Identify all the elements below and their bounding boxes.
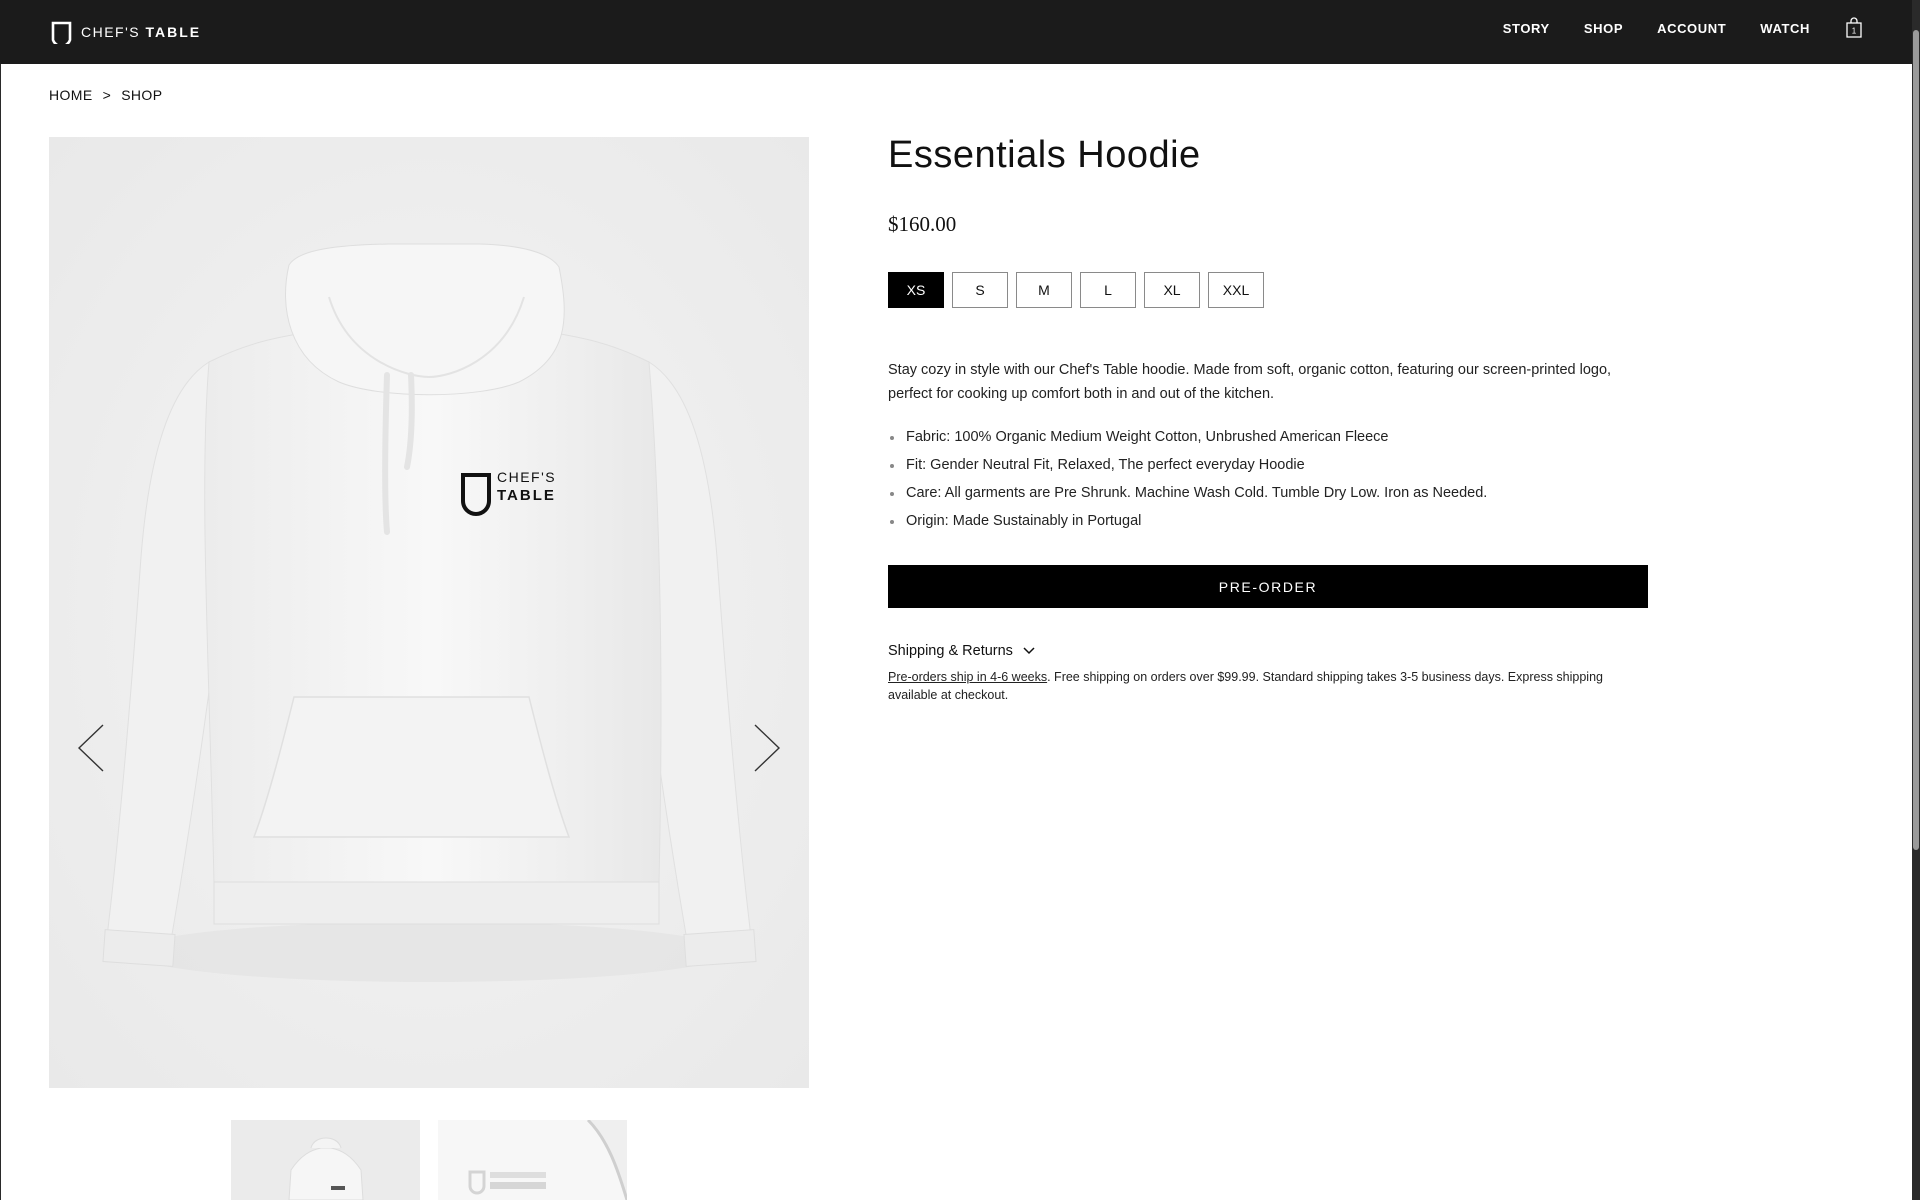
size-selector: XS S M L XL XXL xyxy=(888,272,1264,308)
nav-account[interactable]: ACCOUNT xyxy=(1657,20,1726,38)
nav-shop[interactable]: SHOP xyxy=(1584,20,1623,38)
scrollbar-thumb[interactable] xyxy=(1913,30,1919,850)
breadcrumb-separator: > xyxy=(102,87,112,103)
thumbnail-detail-image xyxy=(438,1120,627,1200)
nav-watch[interactable]: WATCH xyxy=(1760,20,1810,38)
thumbnail-detail[interactable] xyxy=(438,1120,627,1200)
shipping-returns-toggle[interactable]: Shipping & Returns xyxy=(888,643,1035,659)
product-image-gallery[interactable]: CHEF'S TABLE xyxy=(49,137,809,1088)
brand-wordmark: CHEF'S TABLE xyxy=(81,24,201,40)
size-option-xs[interactable]: XS xyxy=(888,272,944,308)
thumbnail-front[interactable] xyxy=(231,1120,420,1200)
size-option-l[interactable]: L xyxy=(1080,272,1136,308)
hoodie-print-line2: TABLE xyxy=(497,487,556,504)
brand-logo[interactable]: CHEF'S TABLE xyxy=(49,20,201,44)
product-price: $160.00 xyxy=(888,212,957,236)
detail-fit: Fit: Gender Neutral Fit, Relaxed, The pe… xyxy=(888,451,1648,479)
nav-story[interactable]: STORY xyxy=(1503,20,1550,38)
size-option-s[interactable]: S xyxy=(952,272,1008,308)
detail-origin: Origin: Made Sustainably in Portugal xyxy=(888,507,1648,535)
breadcrumb: HOME > SHOP xyxy=(49,87,162,103)
thumbnail-front-image xyxy=(231,1120,420,1200)
breadcrumb-home[interactable]: HOME xyxy=(49,87,93,103)
detail-care: Care: All garments are Pre Shrunk. Machi… xyxy=(888,479,1648,507)
shipping-returns-label: Shipping & Returns xyxy=(888,643,1013,659)
product-title: Essentials Hoodie xyxy=(888,134,1201,176)
detail-fabric: Fabric: 100% Organic Medium Weight Cotto… xyxy=(888,423,1648,451)
window-left-edge xyxy=(0,64,1,1200)
cart-count: 1 xyxy=(1852,27,1857,36)
product-description: Stay cozy in style with our Chef's Table… xyxy=(888,362,1612,402)
top-navigation-bar: CHEF'S TABLE STORY SHOP ACCOUNT WATCH 1 xyxy=(0,0,1920,64)
preorder-shipping-link[interactable]: Pre-orders ship in 4-6 weeks xyxy=(888,670,1047,684)
square-ring-logo-icon xyxy=(51,21,72,44)
main-nav: STORY SHOP ACCOUNT WATCH xyxy=(1469,20,1810,38)
thumbnail-strip xyxy=(231,1120,627,1200)
size-option-m[interactable]: M xyxy=(1016,272,1072,308)
hoodie-product-image: CHEF'S TABLE xyxy=(49,137,809,1088)
pre-order-button[interactable]: PRE-ORDER xyxy=(888,565,1648,608)
brand-name-part2: TABLE xyxy=(145,24,202,40)
breadcrumb-shop[interactable]: SHOP xyxy=(121,87,162,103)
size-option-xxl[interactable]: XXL xyxy=(1208,272,1264,308)
chevron-down-icon xyxy=(1023,647,1035,655)
chevron-right-icon[interactable] xyxy=(749,722,783,774)
size-option-xl[interactable]: XL xyxy=(1144,272,1200,308)
brand-name-part1: CHEF'S xyxy=(81,24,141,40)
shipping-info: Pre-orders ship in 4-6 weeks. Free shipp… xyxy=(888,668,1650,704)
chevron-left-icon[interactable] xyxy=(75,722,109,774)
shopping-bag-icon[interactable]: 1 xyxy=(1844,17,1864,39)
hoodie-print-line1: CHEF'S xyxy=(497,469,556,485)
product-details-list: Fabric: 100% Organic Medium Weight Cotto… xyxy=(888,423,1648,535)
